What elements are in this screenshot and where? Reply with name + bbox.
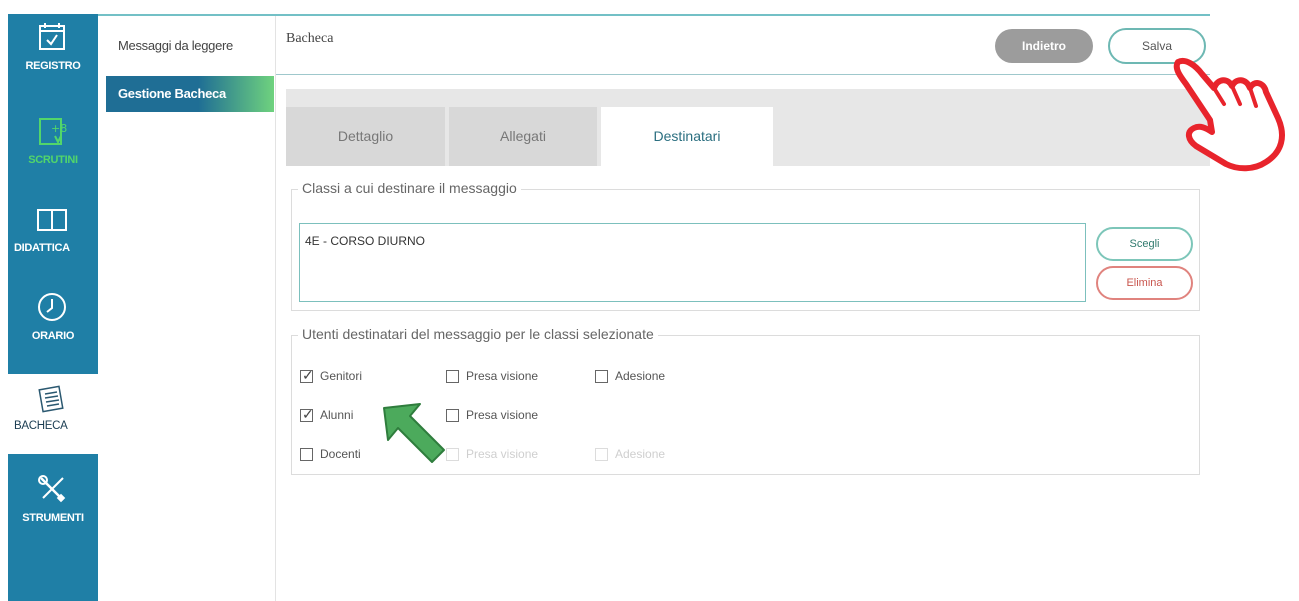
checkbox-docenti-adesione-box	[595, 448, 608, 461]
tab-destinatari[interactable]: Destinatari	[601, 107, 773, 166]
nav-label-scrutini: SCRUTINI	[28, 154, 78, 166]
notice-board-icon	[38, 385, 64, 413]
clock-icon	[38, 293, 66, 321]
grade-sheet-icon: +8	[39, 118, 67, 145]
nav-item-strumenti[interactable]: STRUMENTI	[8, 466, 98, 546]
pointing-hand-icon	[1173, 58, 1285, 172]
checkbox-genitori-adesione-label: Adesione	[615, 369, 666, 383]
checkbox-docenti-box[interactable]	[300, 448, 313, 461]
checkbox-alunni-presa-visione-label: Presa visione	[466, 408, 539, 422]
nav-label-bacheca: BACHECA	[14, 420, 68, 432]
bacheca-submenu: Messaggi da leggere Gestione Bacheca	[98, 14, 276, 601]
delete-class-button[interactable]: Elimina	[1096, 266, 1193, 300]
nav-label-orario: ORARIO	[31, 330, 75, 342]
selected-classes-list[interactable]: 4E - CORSO DIURNO	[299, 223, 1086, 302]
checkbox-genitori-adesione[interactable]: Adesione	[595, 368, 695, 386]
checkbox-genitori-adesione-box[interactable]	[595, 370, 608, 383]
nav-label-strumenti: STRUMENTI	[22, 512, 84, 524]
checkbox-genitori-label: Genitori	[320, 369, 363, 383]
submenu-item-messaggi-da-leggere[interactable]: Messaggi da leggere	[106, 28, 274, 64]
book-icon	[37, 209, 67, 231]
checkbox-alunni-label: Alunni	[320, 408, 354, 422]
nav-item-didattica[interactable]: DIDATTICA	[8, 196, 98, 276]
nav-label-registro: REGISTRO	[25, 60, 81, 72]
header-top-border	[98, 14, 1210, 16]
arrow-pointer-icon	[383, 403, 445, 463]
submenu-item-gestione-bacheca[interactable]: Gestione Bacheca	[106, 76, 274, 112]
checkbox-genitori-presa-visione[interactable]: Presa visione	[446, 368, 566, 386]
svg-text:+8: +8	[51, 122, 67, 135]
checkbox-docenti-label: Docenti	[320, 447, 361, 461]
checkbox-genitori-box[interactable]	[300, 367, 314, 384]
nav-item-orario[interactable]: ORARIO	[8, 284, 98, 364]
classes-legend: Classi a cui destinare il messaggio	[298, 180, 521, 196]
checkbox-alunni-box[interactable]	[300, 406, 314, 423]
checkbox-genitori-presa-visione-label: Presa visione	[466, 369, 539, 383]
checkbox-alunni-presa-visione[interactable]: Presa visione	[446, 407, 566, 425]
checkbox-docenti-presa-visione: Presa visione	[446, 446, 566, 464]
main-nav-rail: REGISTRO +8 SCRUTINI DIDATTICA ORARIO BA…	[8, 14, 98, 601]
app-window: REGISTRO +8 SCRUTINI DIDATTICA ORARIO BA…	[0, 0, 1299, 601]
nav-item-bacheca[interactable]: BACHECA	[8, 374, 98, 454]
checkbox-genitori[interactable]: Genitori	[300, 367, 410, 386]
tab-dettaglio[interactable]: Dettaglio	[286, 107, 445, 166]
back-button[interactable]: Indietro	[995, 29, 1093, 63]
selected-class-item: 4E - CORSO DIURNO	[305, 234, 426, 248]
header-divider	[276, 74, 1210, 75]
tools-icon	[38, 475, 66, 503]
nav-item-registro[interactable]: REGISTRO	[8, 14, 98, 94]
checkbox-docenti-adesione: Adesione	[595, 446, 695, 464]
nav-item-scrutini[interactable]: +8 SCRUTINI	[8, 108, 98, 188]
checkbox-docenti-presa-visione-label: Presa visione	[466, 447, 539, 461]
choose-class-button[interactable]: Scegli	[1096, 227, 1193, 261]
calendar-check-icon	[39, 23, 65, 50]
recipients-legend: Utenti destinatari del messaggio per le …	[298, 326, 658, 342]
checkbox-genitori-presa-visione-box[interactable]	[446, 370, 459, 383]
page-title: Bacheca	[286, 31, 334, 46]
nav-label-didattica: DIDATTICA	[14, 242, 70, 254]
checkbox-docenti-adesione-label: Adesione	[615, 447, 666, 461]
tab-allegati[interactable]: Allegati	[449, 107, 597, 166]
tab-bar: Dettaglio Allegati Destinatari	[286, 89, 1210, 166]
